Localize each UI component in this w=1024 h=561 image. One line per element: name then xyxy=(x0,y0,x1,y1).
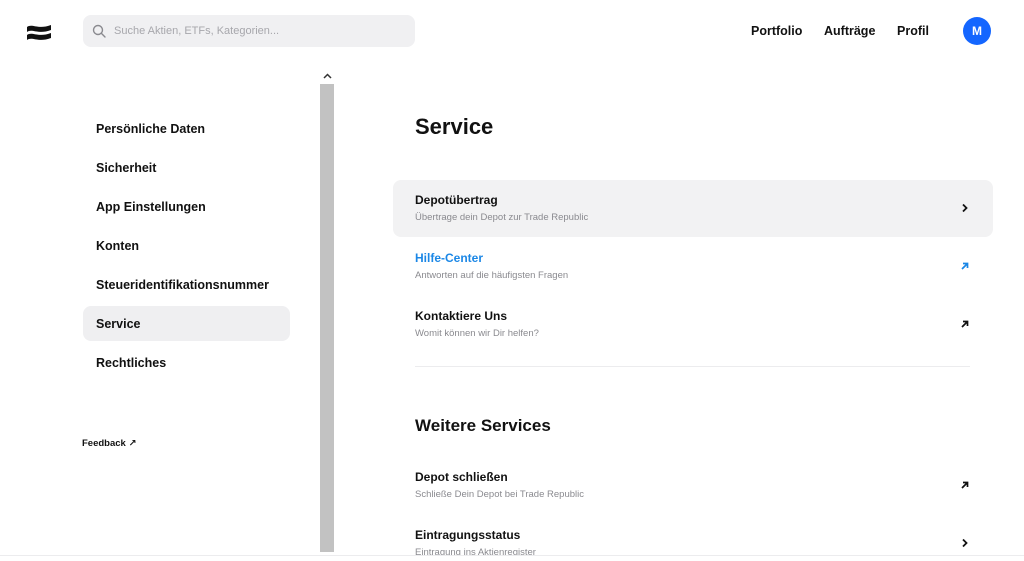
sidebar-item-app-einstellungen[interactable]: App Einstellungen xyxy=(83,189,290,224)
search-icon xyxy=(92,24,106,38)
row-subtitle: Schließe Dein Depot bei Trade Republic xyxy=(415,489,584,500)
bottom-border xyxy=(0,555,1024,556)
row-title: Depot schließen xyxy=(415,470,508,484)
row-subtitle: Antworten auf die häufigsten Fragen xyxy=(415,270,569,281)
sidebar-item-rechtliches[interactable]: Rechtliches xyxy=(83,345,290,380)
sidebar-item-konten[interactable]: Konten xyxy=(83,228,290,263)
row-title: Hilfe-Center xyxy=(415,251,484,265)
row-subtitle: Eintragung ins Aktienregister xyxy=(415,547,536,555)
page-title: Service xyxy=(415,114,494,139)
row-title: Kontaktiere Uns xyxy=(415,309,508,323)
feedback-link[interactable]: Feedback ↗ xyxy=(82,438,136,449)
row-title: Depotübertrag xyxy=(415,193,498,207)
chevron-right-icon xyxy=(962,538,968,548)
chevron-up-icon xyxy=(322,73,332,79)
sidebar-item-service[interactable]: Service xyxy=(83,306,290,341)
clipped-row-container: Eintragungsstatus Eintragung ins Aktienr… xyxy=(393,520,993,555)
row-kontaktiere-uns[interactable]: Kontaktiere Uns Womit können wir Dir hel… xyxy=(393,296,993,353)
row-hilfe-center[interactable]: Hilfe-Center Antworten auf die häufigste… xyxy=(393,238,993,295)
sidebar-item-persoenliche-daten[interactable]: Persönliche Daten xyxy=(83,111,290,146)
nav-portfolio[interactable]: Portfolio xyxy=(751,24,802,38)
section-title-weitere-services: Weitere Services xyxy=(415,416,551,435)
search-input[interactable] xyxy=(112,24,396,38)
row-subtitle: Übertrage dein Depot zur Trade Republic xyxy=(415,212,589,223)
row-depotuebertrag[interactable]: Depotübertrag Übertrage dein Depot zur T… xyxy=(393,180,993,237)
row-eintragungsstatus[interactable]: Eintragungsstatus Eintragung ins Aktienr… xyxy=(393,520,993,555)
nav-profil[interactable]: Profil xyxy=(897,24,929,38)
avatar[interactable]: M xyxy=(963,17,991,45)
scrollbar-thumb[interactable] xyxy=(320,84,334,552)
trade-republic-logo[interactable] xyxy=(26,22,52,44)
scroll-up-button[interactable] xyxy=(320,69,334,83)
row-subtitle: Womit können wir Dir helfen? xyxy=(415,328,539,339)
sidebar-item-steueridentifikationsnummer[interactable]: Steueridentifikationsnummer xyxy=(83,267,290,302)
sidebar-item-sicherheit[interactable]: Sicherheit xyxy=(83,150,290,185)
row-depot-schliessen[interactable]: Depot schließen Schließe Dein Depot bei … xyxy=(393,457,993,514)
nav-auftraege[interactable]: Aufträge xyxy=(824,24,875,38)
chevron-right-icon xyxy=(962,203,968,213)
external-link-icon xyxy=(961,262,969,270)
search-bar[interactable] xyxy=(83,15,415,47)
row-title: Eintragungsstatus xyxy=(415,528,521,542)
external-link-icon xyxy=(961,481,969,489)
external-link-icon xyxy=(961,320,969,328)
section-divider xyxy=(415,366,970,367)
